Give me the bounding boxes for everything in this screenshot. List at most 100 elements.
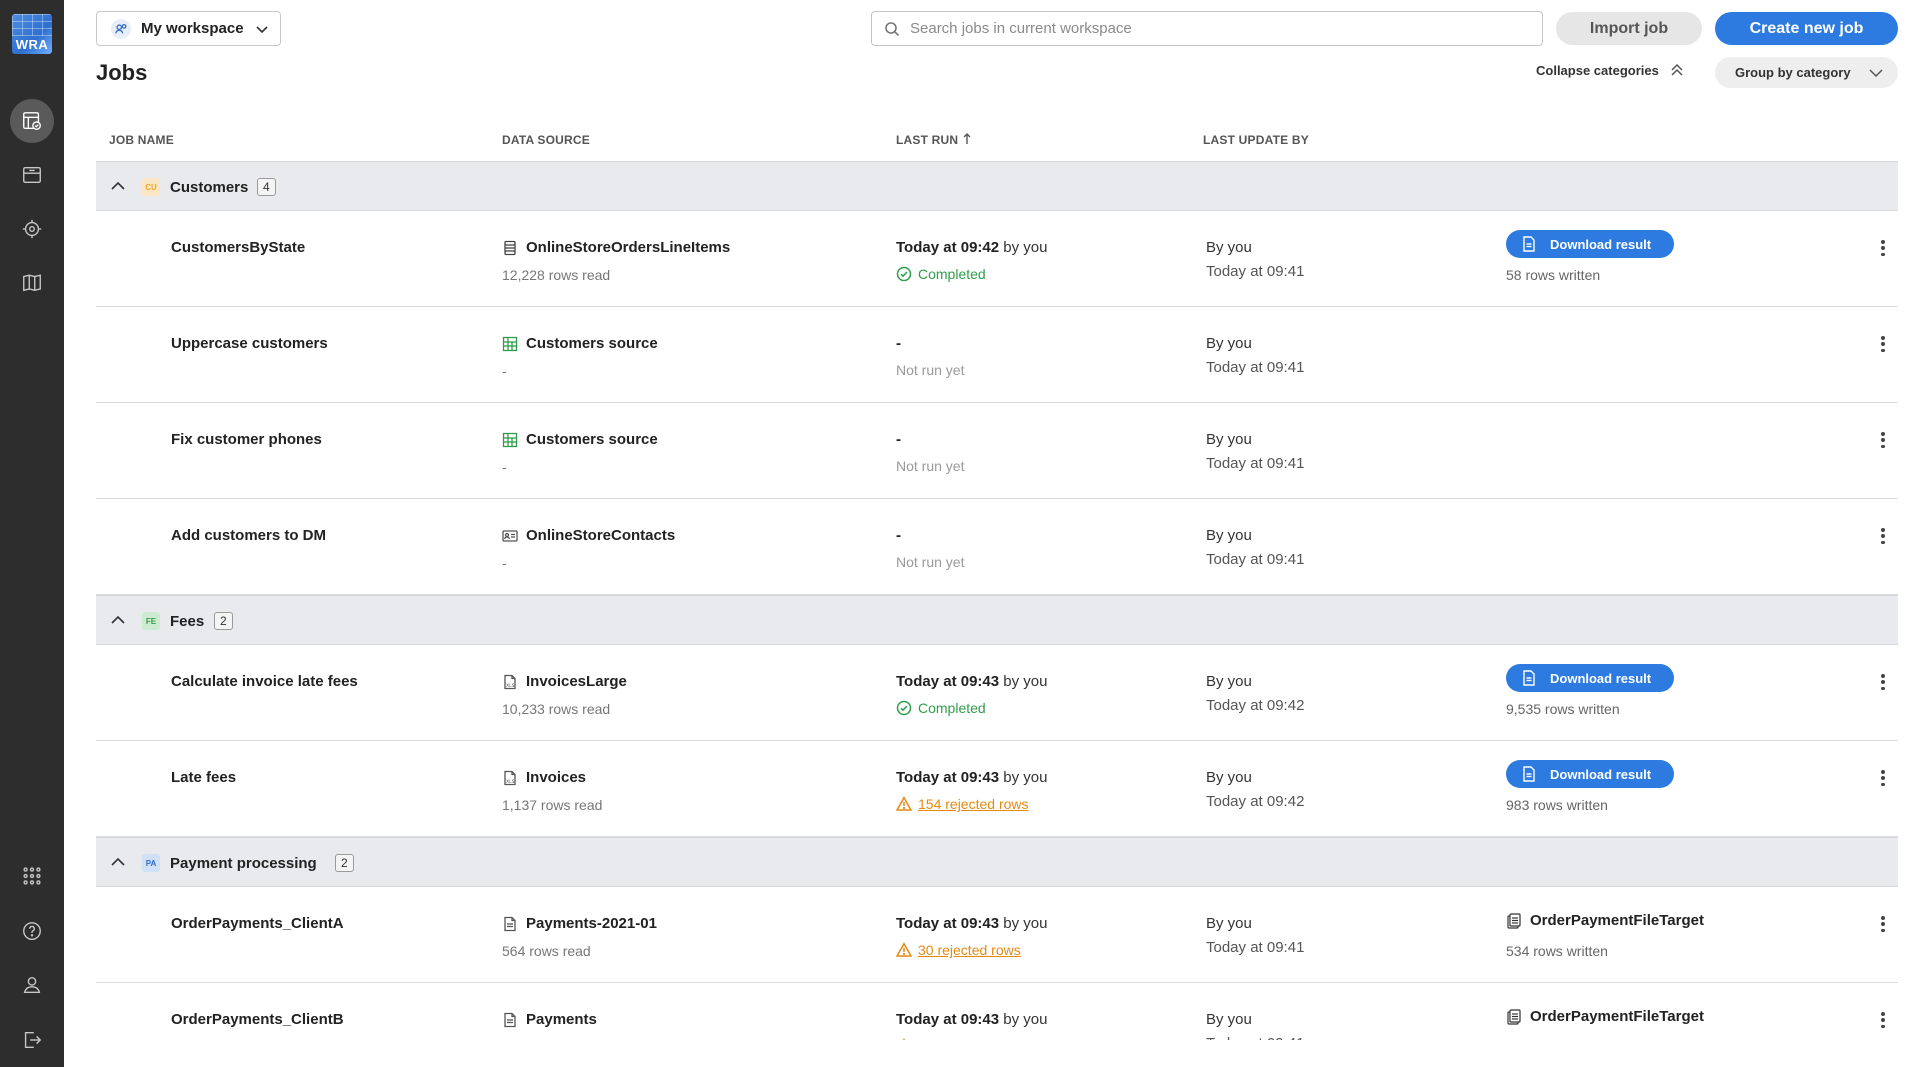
chevron-up-icon[interactable] [110, 612, 126, 628]
job-row[interactable]: Late fees XLS Invoices 1,137 rows read Today… [96, 741, 1898, 837]
page-title: Jobs [96, 60, 148, 85]
target-icon [22, 219, 42, 239]
nav-folders[interactable] [10, 153, 54, 197]
data-source[interactable]: Customers source [502, 335, 658, 352]
column-header-last-run[interactable]: LAST RUN [896, 133, 972, 147]
search-box[interactable] [871, 11, 1543, 46]
category-name: Customers [170, 179, 249, 196]
double-chevron-up-icon [1671, 63, 1683, 76]
data-source[interactable]: XLS InvoicesLarge [502, 673, 627, 690]
rows-read: 1,137 rows read [502, 797, 603, 813]
job-row[interactable]: Fix customer phones Customers source - - Not… [96, 403, 1898, 499]
more-options-icon[interactable] [1880, 240, 1886, 256]
column-header-data-source[interactable]: DATA SOURCE [502, 133, 590, 147]
job-name[interactable]: Fix customer phones [171, 431, 322, 448]
last-run-time: Today at 09:43 [896, 915, 1000, 932]
document-icon [1523, 670, 1535, 686]
bottom-edge [64, 1040, 1920, 1067]
sort-ascending-icon [963, 133, 971, 144]
last-update-by: By you [1206, 1011, 1252, 1028]
more-options-icon[interactable] [1880, 770, 1886, 786]
book-icon [23, 274, 41, 292]
app-logo[interactable]: WRA [12, 14, 52, 54]
column-header-last-update-by[interactable]: LAST UPDATE BY [1203, 133, 1309, 147]
job-name[interactable]: Calculate invoice late fees [171, 673, 358, 690]
output-target[interactable]: OrderPaymentFileTarget [1506, 912, 1704, 929]
category-row[interactable]: PA Payment processing 2 [96, 837, 1898, 887]
workspace-selector[interactable]: My workspace [96, 11, 281, 46]
output-target-name: OrderPaymentFileTarget [1530, 912, 1704, 929]
more-options-icon[interactable] [1880, 674, 1886, 690]
data-source[interactable]: XLS Invoices [502, 769, 586, 786]
data-source[interactable]: Payments-2021-01 [502, 915, 657, 932]
job-row[interactable]: OrderPayments_ClientA Payments-2021-01 564… [96, 887, 1898, 983]
more-options-icon[interactable] [1880, 432, 1886, 448]
category-row[interactable]: CU Customers 4 [96, 161, 1898, 211]
data-source[interactable]: Payments [502, 1011, 597, 1028]
last-run-time: Today at 09:43 [896, 769, 1000, 786]
job-name[interactable]: Uppercase customers [171, 335, 328, 352]
category-count: 2 [335, 854, 354, 872]
nav-help[interactable] [10, 909, 54, 953]
more-options-icon[interactable] [1880, 336, 1886, 352]
download-result-button[interactable]: Download result [1506, 760, 1674, 788]
search-icon [885, 21, 900, 36]
collapse-categories-button[interactable]: Collapse categories [1536, 62, 1685, 78]
run-status: Not run yet [896, 554, 964, 570]
spreadsheet-icon [502, 432, 518, 447]
more-options-icon[interactable] [1880, 1012, 1886, 1028]
output-target[interactable]: OrderPaymentFileTarget [1506, 1008, 1704, 1025]
nav-logout[interactable] [10, 1018, 54, 1062]
more-options-icon[interactable] [1880, 916, 1886, 932]
import-job-button[interactable]: Import job [1556, 12, 1702, 45]
data-source[interactable]: OnlineStoreContacts [502, 527, 675, 544]
text-file-icon [504, 916, 516, 931]
job-name[interactable]: Late fees [171, 769, 236, 786]
search-input[interactable] [910, 20, 1510, 37]
last-run: Today at 09:43 by you [896, 915, 1047, 932]
nav-targets[interactable] [10, 207, 54, 251]
job-name[interactable]: Add customers to DM [171, 527, 326, 544]
data-source[interactable]: Customers source [502, 431, 658, 448]
category-row[interactable]: FE Fees 2 [96, 595, 1898, 645]
job-row[interactable]: Uppercase customers Customers source - - Not… [96, 307, 1898, 403]
workspace-label: My workspace [141, 20, 244, 37]
rejected-rows-link[interactable]: 154 rejected rows [896, 796, 1029, 812]
data-source-name: Invoices [526, 769, 587, 786]
jobs-icon [23, 112, 41, 130]
run-status: Completed [896, 700, 986, 716]
nav-jobs[interactable] [10, 99, 54, 143]
job-name[interactable]: CustomersByState [171, 239, 305, 256]
job-row[interactable]: Calculate invoice late fees XLS InvoicesLa… [96, 645, 1898, 741]
rejected-rows-link[interactable]: 30 rejected rows [896, 942, 1021, 958]
run-status-text: Completed [918, 266, 986, 282]
last-update-by: By you [1206, 673, 1252, 690]
download-result-button[interactable]: Download result [1506, 230, 1674, 258]
column-header-job-name[interactable]: JOB NAME [109, 133, 174, 147]
create-new-job-button[interactable]: Create new job [1715, 12, 1898, 45]
download-result-button[interactable]: Download result [1506, 664, 1674, 692]
job-row[interactable]: CustomersByState OnlineStoreOrdersLineIte… [96, 211, 1898, 307]
chevron-up-icon[interactable] [110, 854, 126, 870]
job-name[interactable]: OrderPayments_ClientB [171, 1011, 344, 1028]
logo-text: WRA [15, 37, 49, 52]
rows-written: 9,535 rows written [1506, 701, 1620, 717]
file-target-icon [1507, 912, 1521, 929]
last-run: Today at 09:43 by you [896, 769, 1047, 786]
category-count: 2 [214, 612, 233, 630]
nav-apps[interactable] [10, 854, 54, 898]
spreadsheet-icon [502, 336, 518, 351]
group-by-dropdown[interactable]: Group by category [1715, 57, 1898, 88]
rows-read: - [502, 555, 507, 571]
data-source[interactable]: OnlineStoreOrdersLineItems [502, 239, 730, 256]
rows-written: 534 rows written [1506, 943, 1608, 959]
job-name[interactable]: OrderPayments_ClientA [171, 915, 344, 932]
last-update-at: Today at 09:41 [1206, 359, 1305, 376]
nav-docs[interactable] [10, 261, 54, 305]
rows-read: 564 rows read [502, 943, 591, 959]
chevron-up-icon[interactable] [110, 178, 126, 194]
xls-file-icon: XLS [504, 770, 516, 785]
more-options-icon[interactable] [1880, 528, 1886, 544]
nav-profile[interactable] [10, 963, 54, 1007]
job-row[interactable]: Add customers to DM OnlineStoreContacts - -… [96, 499, 1898, 595]
